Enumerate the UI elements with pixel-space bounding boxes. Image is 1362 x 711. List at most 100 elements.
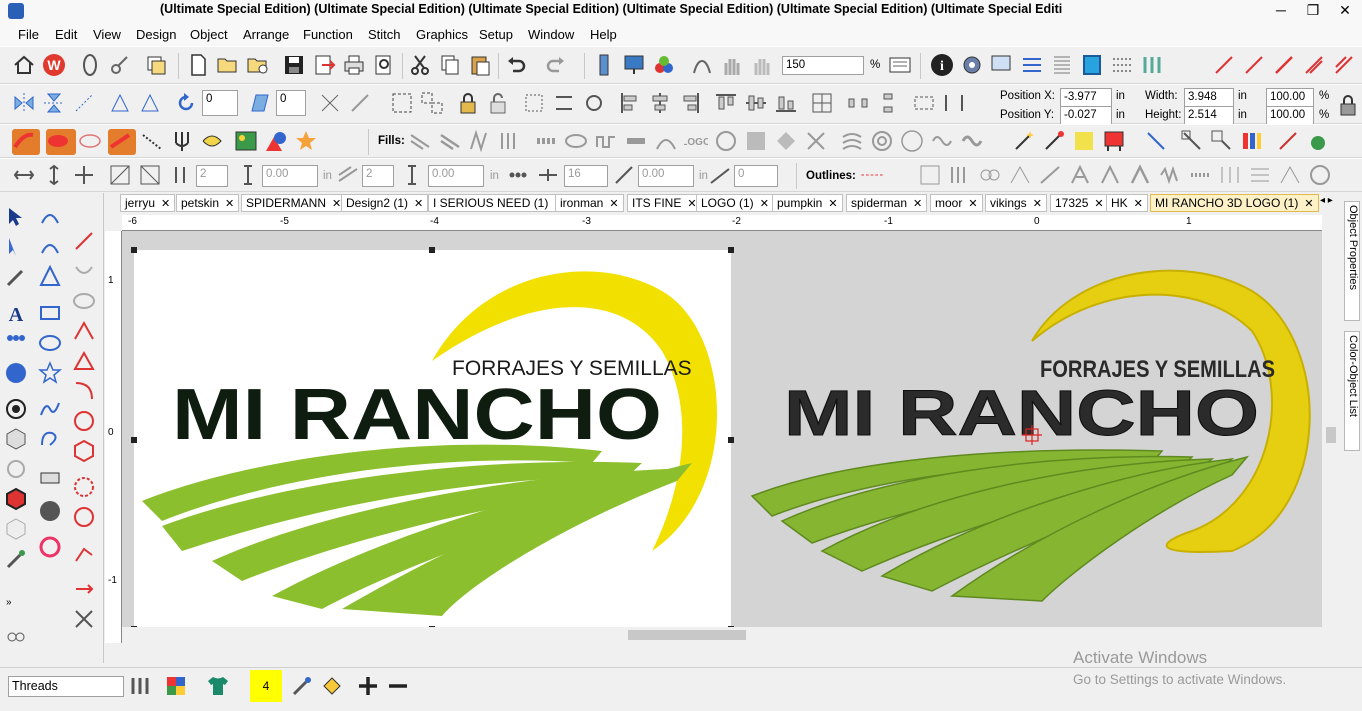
color-bars-icon[interactable]	[1240, 129, 1264, 153]
align-left-icon[interactable]	[618, 91, 642, 115]
thread-count-badge[interactable]: 4	[250, 670, 282, 702]
info-icon[interactable]: i	[930, 53, 954, 77]
tab-close-icon[interactable]: ✕	[760, 198, 769, 210]
tab-close-icon[interactable]: ✕	[609, 198, 618, 210]
tab-spidermann[interactable]: SPIDERMANN ✕	[241, 194, 347, 212]
fill-pattern-10-icon[interactable]	[714, 129, 738, 153]
knife-tool-icon[interactable]	[4, 265, 28, 289]
hexagon-tool-icon[interactable]	[4, 427, 28, 451]
path-tool-13-icon[interactable]	[72, 607, 96, 631]
fork-icon[interactable]	[170, 129, 194, 153]
multi-line-icon[interactable]	[1332, 53, 1356, 77]
rotate-icon[interactable]	[174, 91, 198, 115]
export-icon[interactable]	[312, 53, 336, 77]
center-hoop-icon[interactable]	[810, 91, 834, 115]
satin-fill-icon[interactable]	[12, 129, 40, 155]
fill-pattern-6-icon[interactable]	[564, 129, 588, 153]
run-tool-icon[interactable]	[38, 397, 62, 421]
design-canvas[interactable]: FORRAJES Y SEMILLAS MI RANCHO FORRAJES Y…	[122, 231, 1322, 643]
menu-object[interactable]: Object	[190, 27, 228, 42]
path-tool-4-icon[interactable]	[72, 319, 96, 343]
density-icon[interactable]	[336, 163, 360, 187]
outline-pattern-7-icon[interactable]	[1098, 163, 1122, 187]
restore-button[interactable]: ❐	[1298, 0, 1328, 22]
photo-stitch-icon[interactable]	[1102, 129, 1126, 153]
ellipse-tool-icon[interactable]	[38, 331, 62, 355]
lasso-tool-icon[interactable]	[38, 427, 62, 451]
reshape-both-icon[interactable]	[72, 163, 96, 187]
outline-pattern-4-icon[interactable]	[1008, 163, 1032, 187]
leaf-fill-icon[interactable]	[78, 129, 106, 155]
hand-icon[interactable]	[720, 53, 744, 77]
tab-close-icon[interactable]: ✕	[414, 198, 423, 210]
monitor-icon[interactable]	[622, 53, 646, 77]
outline-pattern-11-icon[interactable]	[1218, 163, 1242, 187]
object-properties-tab[interactable]: Object Properties	[1344, 201, 1360, 321]
outline-pattern-14-icon[interactable]	[1308, 163, 1332, 187]
grid-icon[interactable]	[1020, 53, 1044, 77]
path-line-1-icon[interactable]	[1212, 53, 1236, 77]
new-file-icon[interactable]	[186, 53, 210, 77]
print-icon[interactable]	[342, 53, 366, 77]
fill-pattern-11-icon[interactable]	[744, 129, 768, 153]
width-param-icon[interactable]	[400, 163, 424, 187]
dots-grid-icon[interactable]	[1110, 53, 1134, 77]
wilcom-logo-icon[interactable]: W	[42, 53, 66, 77]
star-icon[interactable]	[294, 129, 318, 153]
mirror-vertical-icon[interactable]	[42, 91, 66, 115]
stitch-spacing-icon[interactable]	[168, 163, 192, 187]
reshape-h-icon[interactable]	[12, 163, 36, 187]
outline-pattern-10-icon[interactable]	[1188, 163, 1212, 187]
width-field[interactable]: 3.948	[1184, 88, 1234, 107]
tab-vikings[interactable]: vikings ✕	[985, 194, 1047, 212]
path-tool-5-icon[interactable]	[72, 349, 96, 373]
menu-stitch[interactable]: Stitch	[368, 27, 401, 42]
path-tool-8-icon[interactable]	[72, 439, 96, 463]
space-evenly-icon[interactable]	[942, 91, 966, 115]
combine-icon[interactable]	[552, 91, 576, 115]
fill-pattern-15-icon[interactable]	[870, 129, 894, 153]
color-balls-icon[interactable]	[652, 53, 676, 77]
tab-i-serious-need[interactable]: I SERIOUS NEED (1)✕	[428, 194, 569, 212]
menu-edit[interactable]: Edit	[55, 27, 77, 42]
tab-close-icon[interactable]: ✕	[332, 198, 341, 210]
reshape-v-icon[interactable]	[42, 163, 66, 187]
tab-close-icon[interactable]: ✕	[968, 198, 977, 210]
outline-pattern-8-icon[interactable]	[1128, 163, 1152, 187]
fill-pattern-17-icon[interactable]	[930, 129, 954, 153]
redo-icon[interactable]	[544, 53, 568, 77]
spacing-dots-icon[interactable]	[506, 163, 530, 187]
rotate-angle-field[interactable]: 0	[202, 90, 238, 116]
settings-gear-icon[interactable]	[960, 53, 984, 77]
color-object-list-tab[interactable]: Color-Object List	[1344, 331, 1360, 451]
appliqué-icon[interactable]	[200, 129, 224, 153]
app-icon[interactable]	[8, 3, 24, 19]
tab-17325[interactable]: 17325 ✕	[1050, 194, 1109, 212]
team-names-icon[interactable]	[4, 331, 28, 355]
home-icon[interactable]	[12, 53, 36, 77]
menu-design[interactable]: Design	[136, 27, 176, 42]
fill-pattern-4-icon[interactable]	[498, 129, 522, 153]
slant-icon[interactable]	[248, 91, 272, 115]
fill-pattern-5-icon[interactable]	[534, 129, 558, 153]
auto-digitize-icon[interactable]	[1042, 129, 1066, 153]
remove-color-icon[interactable]	[386, 674, 410, 698]
select-arrow-icon[interactable]	[4, 205, 28, 229]
param-field-2[interactable]: 0.00	[262, 165, 318, 187]
guides-icon[interactable]	[1050, 53, 1074, 77]
remove-overlap-icon[interactable]	[1210, 129, 1234, 153]
tab-scroll-arrows[interactable]: ◂ ▸	[1320, 195, 1333, 206]
eyedropper-tool-icon[interactable]	[4, 547, 28, 571]
run-stitch-icon[interactable]	[140, 129, 164, 153]
tab-ironman[interactable]: ironman ✕	[555, 194, 624, 212]
open-folder-icon[interactable]	[216, 53, 240, 77]
tab-its-fine[interactable]: ITS FINE ✕	[627, 194, 702, 212]
fill-pattern-18-icon[interactable]	[960, 129, 984, 153]
tab-moor[interactable]: moor ✕	[930, 194, 983, 212]
badge-tool-icon[interactable]	[4, 487, 28, 511]
stitch-tool-icon[interactable]	[4, 625, 28, 649]
path-tool-9-icon[interactable]	[72, 475, 96, 499]
tab-petskin[interactable]: petskin ✕	[176, 194, 240, 212]
minimize-button[interactable]: ─	[1266, 0, 1296, 22]
tab-mi-rancho-3d-logo[interactable]: MI RANCHO 3D LOGO (1) ✕	[1150, 194, 1319, 212]
